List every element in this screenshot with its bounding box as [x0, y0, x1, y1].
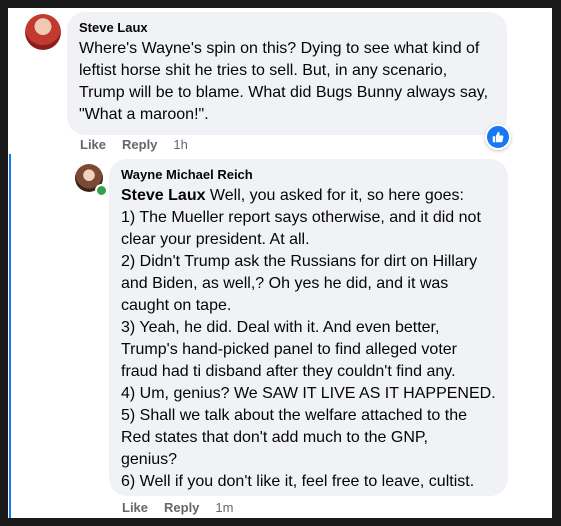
- comment-actions: Like Reply 1h: [80, 137, 188, 153]
- comment-actions: Like Reply 1m: [122, 500, 233, 516]
- comment-bubble: Steve Laux Where's Wayne's spin on this?…: [67, 12, 507, 135]
- comment-text: Steve Laux Well, you asked for it, so he…: [121, 185, 496, 493]
- comment-body: Well, you asked for it, so here goes: 1)…: [121, 187, 496, 490]
- reply-thread-line: [9, 154, 11, 518]
- reply-button[interactable]: Reply: [122, 137, 157, 153]
- comment-text: Where's Wayne's spin on this? Dying to s…: [79, 40, 489, 123]
- comment-timestamp[interactable]: 1m: [215, 500, 233, 516]
- comment-author[interactable]: Wayne Michael Reich: [121, 167, 496, 183]
- comment-author[interactable]: Steve Laux: [79, 20, 495, 36]
- comment-timestamp[interactable]: 1h: [173, 137, 187, 153]
- avatar[interactable]: [25, 14, 61, 50]
- comment-bubble: Wayne Michael Reich Steve Laux Well, you…: [109, 159, 508, 496]
- reply-button[interactable]: Reply: [164, 500, 199, 516]
- like-button[interactable]: Like: [122, 500, 148, 516]
- comment-thread: Steve Laux Where's Wayne's spin on this?…: [8, 8, 552, 518]
- online-status-icon: [95, 184, 108, 197]
- like-button[interactable]: Like: [80, 137, 106, 153]
- mention-link[interactable]: Steve Laux: [121, 187, 205, 204]
- thumbs-up-icon[interactable]: [485, 124, 511, 150]
